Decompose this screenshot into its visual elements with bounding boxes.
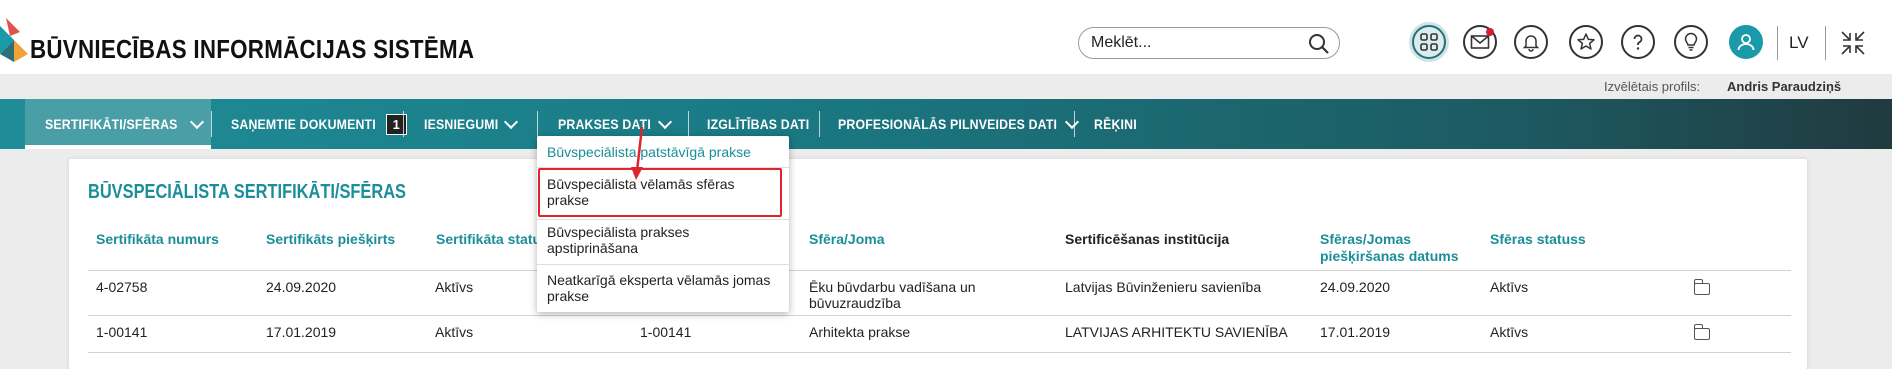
dropdown-divider — [537, 264, 789, 265]
column-header-line2: piešķiršanas datums — [1320, 248, 1459, 264]
column-header[interactable]: Sfēras/Jomas — [1320, 231, 1411, 247]
search-icon[interactable] — [1307, 32, 1331, 56]
column-header[interactable]: Sertifikāta statu — [436, 231, 541, 247]
dropdown-item[interactable]: Būvspeciālista prakses apstiprināšana — [547, 224, 717, 256]
chevron-down-icon — [189, 114, 204, 129]
nav-item-label: RĒĶINI — [1094, 116, 1137, 132]
bell-icon — [1522, 35, 1540, 52]
main-nav: SERTIFIKĀTI/SFĒRAS SAŅEMTIE DOKUMENTI 1 … — [0, 99, 1892, 149]
highlight-annotation — [538, 168, 782, 217]
nav-item-label: IZGLĪTĪBAS DATI — [707, 116, 810, 132]
nav-divider — [211, 111, 212, 137]
column-header[interactable]: Sertificēšanas institūcija — [1065, 231, 1229, 247]
dropdown-item[interactable]: Būvspeciālista patstāvīgā prakse — [547, 144, 782, 160]
practice-data-dropdown: Būvspeciālista patstāvīgā prakse Būvspec… — [537, 136, 789, 312]
cell-institution: LATVIJAS ARHITEKTU SAVIENĪBA — [1065, 324, 1288, 340]
help-button[interactable] — [1621, 25, 1655, 59]
table-divider — [88, 352, 1791, 353]
apps-grid-icon — [1420, 33, 1438, 51]
notifications-button[interactable] — [1514, 25, 1548, 59]
messages-button[interactable] — [1463, 25, 1497, 59]
cell-status: Aktīvs — [435, 324, 474, 340]
search-box[interactable] — [1078, 27, 1340, 59]
nav-divider — [403, 111, 404, 137]
dropdown-item[interactable]: Neatkarīgā eksperta vēlamās jomas prakse — [547, 272, 787, 304]
app-title[interactable]: BŪVNIECĪBAS INFORMĀCIJAS SISTĒMA — [30, 34, 474, 65]
help-icon — [1633, 34, 1643, 50]
nav-item-received-documents[interactable]: SAŅEMTIE DOKUMENTI 1 — [231, 99, 408, 149]
cell-sphere: Ēku būvdarbu vadīšana un — [809, 279, 976, 295]
chevron-down-icon — [657, 114, 672, 129]
apps-grid-button[interactable] — [1412, 25, 1446, 59]
cell-sphere-status: Aktīvs — [1490, 279, 1529, 295]
search-input[interactable] — [1091, 33, 1301, 53]
nav-divider — [537, 111, 538, 137]
nav-item-label: IESNIEGUMI — [424, 116, 499, 132]
cell-granted: 24.09.2020 — [266, 279, 337, 295]
user-avatar-icon — [1737, 34, 1755, 51]
cell-cert-number: 4-02758 — [96, 279, 148, 295]
folder-icon[interactable] — [1693, 324, 1710, 340]
lightbulb-icon — [1684, 32, 1698, 51]
cell-status: Aktīvs — [435, 279, 474, 295]
header-divider — [1825, 26, 1826, 60]
cell-cert-number: 1-00141 — [96, 324, 148, 340]
nav-item-label: SERTIFIKĀTI/SFĒRAS — [45, 116, 178, 132]
cell-institution: Latvijas Būvinženieru savienība — [1065, 279, 1262, 295]
column-header[interactable]: Sfēra/Joma — [809, 231, 884, 247]
user-avatar-button[interactable] — [1729, 25, 1763, 59]
profile-name[interactable]: Andris Paraudziņš — [1727, 79, 1841, 94]
cell-extra: 1-00141 — [640, 324, 692, 340]
collapse-icon[interactable] — [1840, 30, 1866, 56]
column-header[interactable]: Sfēras statuss — [1490, 231, 1586, 247]
nav-item-label: PRAKSES DATI — [558, 116, 651, 132]
column-header[interactable]: Sertifikāta numurs — [96, 231, 219, 247]
cell-sphere-date: 17.01.2019 — [1320, 324, 1391, 340]
tips-button[interactable] — [1674, 25, 1708, 59]
favorites-button[interactable] — [1569, 25, 1603, 59]
nav-item-certificates[interactable]: SERTIFIKĀTI/SFĒRAS — [25, 99, 211, 149]
nav-divider — [688, 111, 689, 137]
cell-sphere-date: 24.09.2020 — [1320, 279, 1391, 295]
star-icon — [1577, 33, 1595, 50]
dropdown-divider — [537, 219, 789, 220]
logo-icon[interactable] — [0, 18, 28, 62]
header-divider — [1777, 26, 1778, 60]
cell-sphere: Arhitekta prakse — [809, 324, 911, 340]
nav-divider — [819, 111, 820, 137]
cell-sphere-line2: būvuzraudzība — [809, 295, 901, 311]
nav-item-professional-development[interactable]: PROFESIONĀLĀS PILNVEIDES DATI — [838, 99, 1080, 149]
section-title: BŪVSPECIĀLISTA SERTIFIKĀTI/SFĒRAS — [88, 181, 407, 203]
nav-item-invoices[interactable]: RĒĶINI — [1094, 99, 1143, 149]
nav-item-label: PROFESIONĀLĀS PILNVEIDES DATI — [838, 116, 1058, 132]
table-divider — [88, 270, 1791, 271]
chevron-down-icon — [504, 114, 519, 129]
cell-sphere-status: Aktīvs — [1490, 324, 1529, 340]
table-divider — [88, 315, 1791, 316]
profile-label: Izvēlētais profils: — [1604, 79, 1701, 94]
nav-item-label: SAŅEMTIE DOKUMENTI — [231, 116, 376, 132]
folder-icon[interactable] — [1693, 279, 1710, 295]
notification-dot — [1486, 28, 1494, 36]
column-header[interactable]: Sertifikāts piešķirts — [266, 231, 395, 247]
mail-icon — [1470, 35, 1490, 49]
nav-divider — [1074, 111, 1075, 137]
chevron-down-icon — [1064, 114, 1080, 129]
nav-item-applications[interactable]: IESNIEGUMI — [424, 99, 519, 149]
top-header: BŪVNIECĪBAS INFORMĀCIJAS SISTĒMA Meklēt.… — [0, 0, 1892, 74]
cell-granted: 17.01.2019 — [266, 324, 337, 340]
language-switcher[interactable]: LV — [1789, 33, 1809, 53]
